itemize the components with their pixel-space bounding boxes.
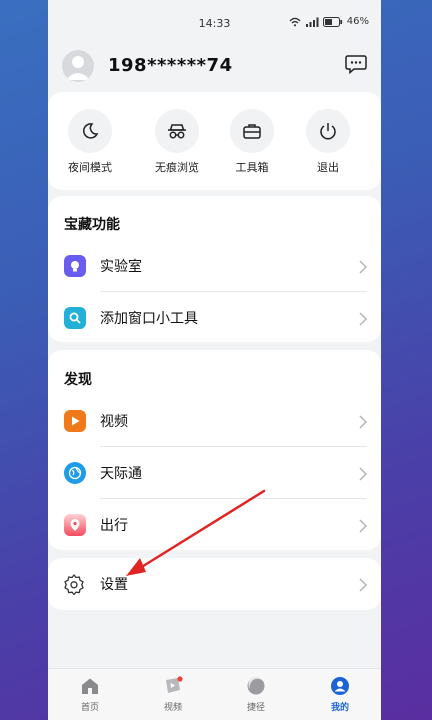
shortcut-icon: [226, 675, 286, 697]
video-tab-icon: [143, 675, 203, 697]
chevron-right-icon: [359, 414, 368, 433]
settings-label: 设置: [100, 577, 128, 593]
travel-pin-icon: [64, 514, 86, 536]
chevron-right-icon: [359, 577, 368, 596]
list-item-label: 天际通: [100, 466, 142, 482]
quick-action-logout[interactable]: 退出: [298, 109, 358, 175]
quick-action-label: 退出: [317, 161, 339, 174]
incognito-icon: [155, 109, 199, 153]
chevron-right-icon: [359, 466, 368, 485]
wifi-icon: [289, 17, 301, 27]
quick-action-label: 夜间模式: [68, 161, 112, 174]
discover-section: 发现 视频 天际通 出行: [48, 350, 381, 550]
list-item-label: 视频: [100, 414, 128, 430]
tab-label: 我的: [330, 703, 349, 713]
list-item-skylink[interactable]: 天际通: [48, 447, 381, 499]
list-item-video[interactable]: 视频: [48, 395, 381, 447]
list-item-label: 实验室: [100, 259, 142, 275]
tab-home[interactable]: 首页: [60, 675, 120, 713]
settings-row[interactable]: 设置: [48, 558, 381, 610]
quick-action-label: 工具箱: [235, 161, 269, 174]
lab-bulb-icon: [64, 255, 86, 277]
home-icon: [60, 675, 120, 697]
tab-shortcut[interactable]: 捷径: [226, 675, 286, 713]
quick-action-label: 无痕浏览: [155, 161, 199, 174]
bottom-tab-bar: 首页 视频 捷径 我的: [48, 668, 381, 720]
tab-label: 首页: [80, 703, 99, 713]
chevron-right-icon: [359, 518, 368, 537]
power-icon: [306, 109, 350, 153]
quick-action-night-mode[interactable]: 夜间模式: [60, 109, 120, 175]
signal-icon: [305, 17, 319, 27]
list-item-lab[interactable]: 实验室: [48, 240, 381, 292]
toolbox-icon: [230, 109, 274, 153]
gear-icon: [62, 572, 86, 596]
list-item-travel[interactable]: 出行: [48, 499, 381, 551]
section-title: 发现: [64, 372, 92, 388]
chevron-right-icon: [359, 259, 368, 278]
battery-percent: 46%: [346, 16, 369, 27]
list-item-add-widget[interactable]: 添加窗口小工具: [48, 292, 381, 344]
message-icon[interactable]: [345, 54, 367, 78]
username[interactable]: 198******74: [108, 55, 233, 76]
treasure-section: 宝藏功能 实验室 添加窗口小工具: [48, 196, 381, 342]
globe-icon: [64, 462, 86, 484]
phone-screen: 14:33 46% 198******74 夜间模式 无痕浏览 工具箱 退出 宝…: [48, 0, 381, 720]
widget-search-icon: [64, 307, 86, 329]
moon-icon: [68, 109, 112, 153]
list-item-label: 出行: [100, 518, 128, 534]
tab-label: 捷径: [246, 703, 265, 713]
video-play-icon: [64, 410, 86, 432]
status-icons: 46%: [289, 16, 369, 27]
chevron-right-icon: [359, 311, 368, 330]
tab-video[interactable]: 视频: [143, 675, 203, 713]
tab-label: 视频: [163, 703, 182, 713]
list-item-label: 添加窗口小工具: [100, 311, 198, 327]
quick-action-toolbox[interactable]: 工具箱: [222, 109, 282, 175]
status-bar: 14:33 46%: [48, 0, 381, 46]
section-title: 宝藏功能: [64, 217, 120, 233]
quick-action-incognito[interactable]: 无痕浏览: [147, 109, 207, 175]
battery-icon: [322, 16, 343, 27]
quick-actions-card: 夜间模式 无痕浏览 工具箱 退出: [48, 92, 381, 190]
profile-icon: [310, 675, 370, 697]
tab-profile[interactable]: 我的: [310, 675, 370, 713]
profile-header[interactable]: 198******74: [48, 46, 381, 91]
avatar[interactable]: [62, 50, 94, 82]
